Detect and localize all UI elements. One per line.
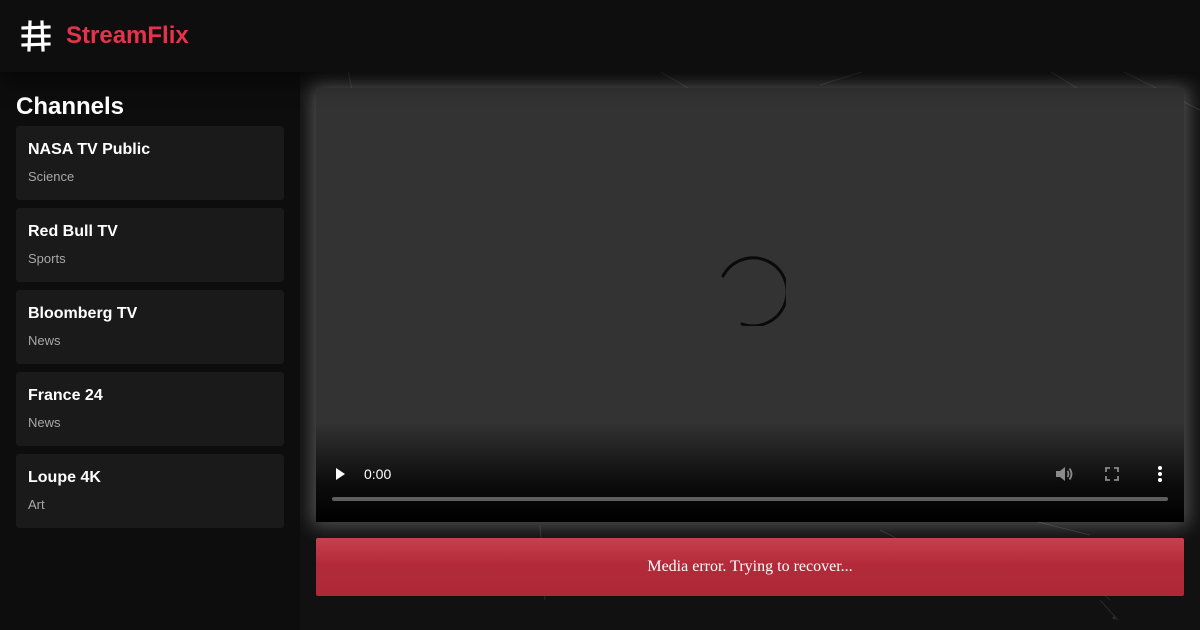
channel-category: Science: [28, 169, 75, 184]
channels-sidebar: Channels NASA TV Public Science Red Bull…: [0, 72, 300, 630]
channel-card[interactable]: Bloomberg TV News: [16, 290, 284, 364]
sidebar-title: Channels: [16, 93, 125, 120]
channel-category: News: [28, 333, 61, 348]
loading-spinner-icon: [721, 256, 786, 326]
main-content: 0:00 Media error. Trying to recover...: [300, 72, 1200, 630]
app-header: StreamFlix: [0, 0, 1200, 72]
app-logo-text[interactable]: StreamFlix: [66, 21, 189, 51]
error-banner: Media error. Trying to recover...: [316, 538, 1184, 596]
channel-category: Sports: [28, 251, 66, 266]
hash-icon: [21, 20, 51, 52]
channel-category: Art: [28, 497, 45, 512]
streamflix-page: StreamFlix Channels NASA TV Public Scien…: [0, 0, 1200, 630]
play-button[interactable]: [328, 462, 352, 486]
mute-button[interactable]: [1052, 462, 1076, 486]
channel-name: NASA TV Public: [28, 141, 151, 158]
video-player[interactable]: 0:00: [316, 88, 1184, 522]
error-message: Media error. Trying to recover...: [647, 558, 853, 575]
more-options-icon: [1158, 466, 1162, 482]
channel-card[interactable]: Red Bull TV Sports: [16, 208, 284, 282]
channel-card[interactable]: NASA TV Public Science: [16, 126, 284, 200]
channel-category: News: [28, 415, 61, 430]
channel-name: Loupe 4K: [28, 469, 101, 486]
channel-card[interactable]: Loupe 4K Art: [16, 454, 284, 528]
play-icon: [336, 468, 345, 480]
channel-name: Red Bull TV: [28, 223, 118, 240]
channel-name: Bloomberg TV: [28, 305, 138, 322]
more-options-button[interactable]: [1148, 462, 1172, 486]
volume-icon: [1056, 467, 1073, 481]
fullscreen-icon: [1105, 467, 1119, 481]
channel-name: France 24: [28, 387, 103, 404]
channel-list: NASA TV Public Science Red Bull TV Sport…: [16, 126, 284, 536]
fullscreen-button[interactable]: [1100, 462, 1124, 486]
channel-card[interactable]: France 24 News: [16, 372, 284, 446]
time-display: 0:00: [364, 466, 392, 482]
seek-bar[interactable]: [332, 497, 1168, 501]
